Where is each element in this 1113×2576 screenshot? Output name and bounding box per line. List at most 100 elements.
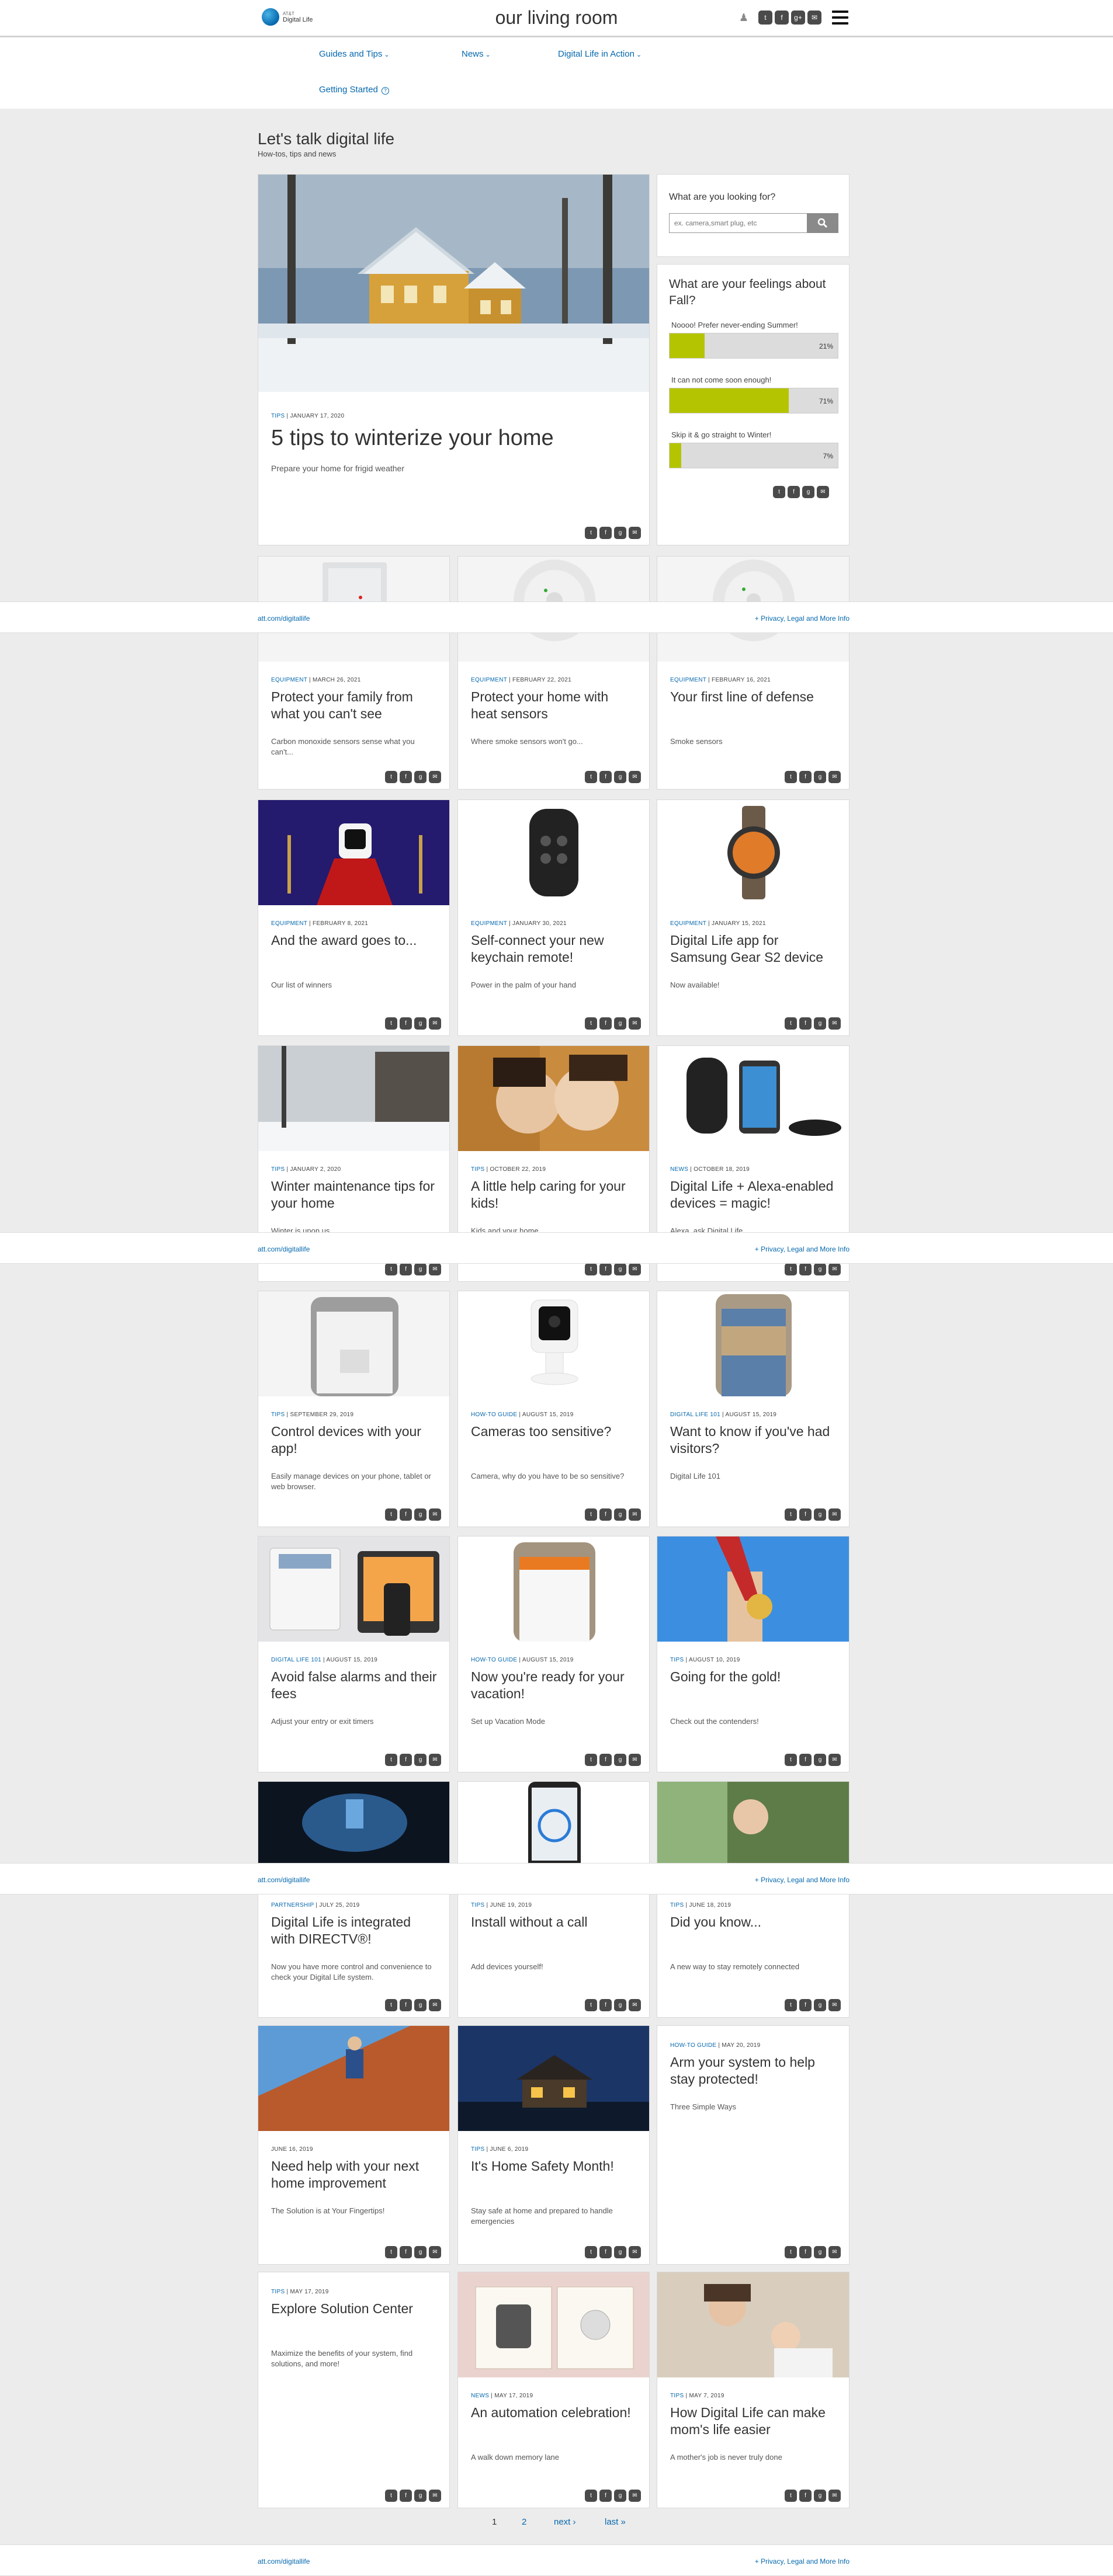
twitter-icon[interactable]: t — [785, 771, 797, 783]
twitter-icon[interactable]: t — [585, 2490, 597, 2502]
email-icon[interactable]: ✉ — [629, 2246, 641, 2258]
article-card[interactable]: TIPS | MAY 7, 2019 How Digital Life can … — [657, 2272, 850, 2508]
email-icon[interactable]: ✉ — [828, 2246, 841, 2258]
article-card[interactable]: EQUIPMENT | FEBRUARY 22, 2021 Protect yo… — [457, 556, 650, 790]
article-category[interactable]: EQUIPMENT — [471, 920, 507, 927]
article-card[interactable]: HOW-TO GUIDE | AUGUST 15, 2019 Cameras t… — [457, 1291, 650, 1527]
email-icon[interactable]: ✉ — [629, 771, 641, 783]
facebook-icon[interactable]: f — [799, 2490, 812, 2502]
email-icon[interactable]: ✉ — [828, 1017, 841, 1030]
facebook-icon[interactable]: f — [400, 1999, 412, 2011]
facebook-icon[interactable]: f — [799, 2246, 812, 2258]
googleplus-icon[interactable]: g — [614, 1263, 626, 1275]
footer-link-privacy[interactable]: + Privacy, Legal and More Info — [755, 2557, 850, 2565]
twitter-icon[interactable]: t — [785, 2246, 797, 2258]
twitter-icon[interactable]: t — [585, 771, 597, 783]
nav-digital-life-in-action[interactable]: Digital Life in Action ⌄ — [558, 49, 642, 59]
googleplus-icon[interactable]: g — [414, 1508, 427, 1521]
email-icon[interactable]: ✉ — [629, 1017, 641, 1030]
facebook-icon[interactable]: f — [799, 1999, 812, 2011]
googleplus-icon[interactable]: g — [614, 1508, 626, 1521]
article-title[interactable]: It's Home Safety Month! — [471, 2158, 637, 2175]
article-title[interactable]: Need help with your next home improvemen… — [271, 2158, 438, 2192]
twitter-icon[interactable]: t — [385, 2490, 397, 2502]
footer-link-digitallife[interactable]: att.com/digitallife — [258, 1245, 310, 1253]
googleplus-icon[interactable]: g — [414, 1754, 427, 1766]
article-category[interactable]: TIPS — [271, 413, 285, 419]
article-category[interactable]: TIPS — [271, 1166, 285, 1173]
article-title[interactable]: Install without a call — [471, 1914, 637, 1931]
email-icon[interactable]: ✉ — [429, 1754, 441, 1766]
nav-news[interactable]: News ⌄ — [462, 49, 491, 59]
twitter-icon[interactable]: t — [585, 1017, 597, 1030]
facebook-icon[interactable]: f — [599, 2490, 612, 2502]
facebook-icon[interactable]: f — [400, 2246, 412, 2258]
email-icon[interactable]: ✉ — [828, 771, 841, 783]
googleplus-icon[interactable]: g — [614, 527, 626, 539]
facebook-icon[interactable]: f — [799, 1263, 812, 1275]
email-icon[interactable]: ✉ — [828, 1999, 841, 2011]
facebook-icon[interactable]: f — [400, 1508, 412, 1521]
featured-title[interactable]: 5 tips to winterize your home — [271, 425, 637, 451]
footer-link-privacy[interactable]: + Privacy, Legal and More Info — [755, 614, 850, 623]
twitter-icon[interactable]: t — [773, 486, 785, 498]
article-category[interactable]: TIPS — [670, 2393, 684, 2399]
email-icon[interactable]: ✉ — [817, 486, 829, 498]
googleplus-icon[interactable]: g — [814, 771, 826, 783]
article-title[interactable]: Control devices with your app! — [271, 1423, 438, 1457]
googleplus-icon[interactable]: g — [614, 1017, 626, 1030]
article-category[interactable]: DIGITAL LIFE 101 — [670, 1412, 720, 1418]
article-card[interactable]: TIPS | MAY 17, 2019 Explore Solution Cen… — [258, 2272, 450, 2508]
googleplus-icon[interactable]: g — [802, 486, 814, 498]
googleplus-icon[interactable]: g — [414, 2490, 427, 2502]
article-category[interactable]: TIPS — [471, 1902, 484, 1908]
twitter-icon[interactable]: t — [785, 1508, 797, 1521]
email-icon[interactable]: ✉ — [429, 2246, 441, 2258]
facebook-icon[interactable]: f — [599, 527, 612, 539]
article-card[interactable]: DIGITAL LIFE 101 | AUGUST 15, 2019 Want … — [657, 1291, 850, 1527]
footer-link-privacy[interactable]: + Privacy, Legal and More Info — [755, 1876, 850, 1884]
googleplus-icon[interactable]: g — [814, 2490, 826, 2502]
facebook-icon[interactable]: f — [400, 771, 412, 783]
twitter-icon[interactable]: t — [385, 1754, 397, 1766]
twitter-icon[interactable]: t — [385, 1999, 397, 2011]
article-card[interactable]: DIGITAL LIFE 101 | AUGUST 15, 2019 Avoid… — [258, 1536, 450, 1772]
article-title[interactable]: How Digital Life can make mom's life eas… — [670, 2404, 837, 2438]
article-card[interactable]: TIPS | SEPTEMBER 29, 2019 Control device… — [258, 1291, 450, 1527]
footer-link-digitallife[interactable]: att.com/digitallife — [258, 614, 310, 623]
email-icon[interactable]: ✉ — [629, 1999, 641, 2011]
googleplus-icon[interactable]: g — [814, 1508, 826, 1521]
facebook-icon[interactable]: f — [599, 1263, 612, 1275]
article-category[interactable]: HOW-TO GUIDE — [471, 1657, 517, 1663]
article-title[interactable]: Going for the gold! — [670, 1668, 837, 1685]
email-icon[interactable]: ✉ — [828, 1754, 841, 1766]
facebook-icon[interactable]: f — [400, 1017, 412, 1030]
googleplus-icon[interactable]: g — [414, 1017, 427, 1030]
twitter-icon[interactable]: t — [385, 2246, 397, 2258]
twitter-icon[interactable]: t — [585, 2246, 597, 2258]
article-title[interactable]: Winter maintenance tips for your home — [271, 1178, 438, 1212]
article-card[interactable]: EQUIPMENT | FEBRUARY 8, 2021 And the awa… — [258, 799, 450, 1036]
article-title[interactable]: Did you know... — [670, 1914, 837, 1931]
article-title[interactable]: Protect your family from what you can't … — [271, 689, 438, 722]
twitter-icon[interactable]: t — [385, 1017, 397, 1030]
facebook-icon[interactable]: f — [599, 1017, 612, 1030]
article-title[interactable]: Your first line of defense — [670, 689, 837, 705]
googleplus-icon[interactable]: g — [614, 2246, 626, 2258]
article-category[interactable]: DIGITAL LIFE 101 — [271, 1657, 321, 1663]
article-category[interactable]: EQUIPMENT — [271, 920, 307, 927]
article-category[interactable]: EQUIPMENT — [471, 677, 507, 683]
article-category[interactable]: TIPS — [471, 1166, 484, 1173]
twitter-icon[interactable]: t — [385, 1263, 397, 1275]
article-title[interactable]: A little help caring for your kids! — [471, 1178, 637, 1212]
article-title[interactable]: Want to know if you've had visitors? — [670, 1423, 837, 1457]
article-card[interactable]: TIPS | AUGUST 10, 2019 Going for the gol… — [657, 1536, 850, 1772]
facebook-icon[interactable]: f — [775, 11, 789, 25]
googleplus-icon[interactable]: g — [614, 1754, 626, 1766]
article-card[interactable]: HOW-TO GUIDE | MAY 20, 2019 Arm your sys… — [657, 2025, 850, 2265]
article-category[interactable]: EQUIPMENT — [670, 920, 706, 927]
article-title[interactable]: Now you're ready for your vacation! — [471, 1668, 637, 1702]
email-icon[interactable]: ✉ — [807, 11, 821, 25]
article-card[interactable]: JUNE 16, 2019 Need help with your next h… — [258, 2025, 450, 2265]
article-title[interactable]: Explore Solution Center — [271, 2300, 438, 2317]
